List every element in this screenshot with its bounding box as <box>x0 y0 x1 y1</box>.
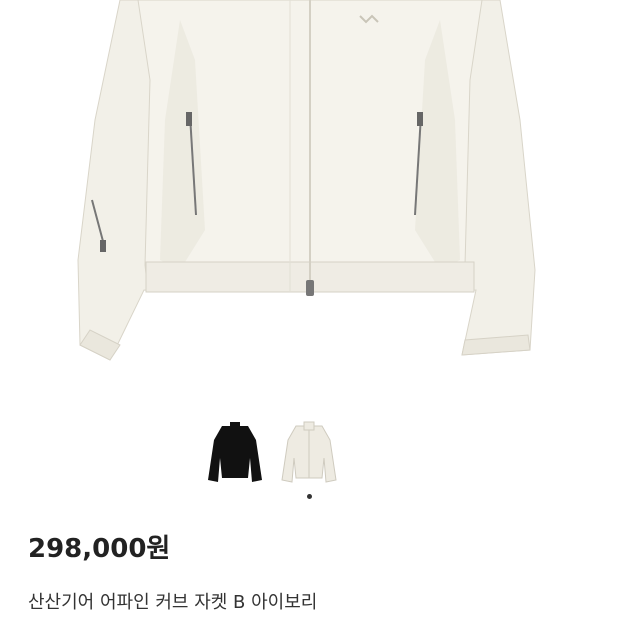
product-title: 산산기어 어파인 커브 자켓 B 아이보리 <box>28 592 318 613</box>
carousel-dot-active[interactable] <box>307 494 312 499</box>
product-price: 298,000원 <box>28 534 171 564</box>
black-jacket-thumbnail <box>208 422 262 482</box>
color-thumbnails <box>0 418 620 498</box>
thumbnail-black[interactable] <box>204 418 266 488</box>
product-main-image[interactable] <box>0 0 620 380</box>
ivory-jacket-illustration <box>77 0 536 361</box>
carousel-indicator <box>305 494 315 504</box>
ivory-jacket-thumbnail <box>281 421 337 483</box>
thumbnail-ivory[interactable] <box>278 418 340 488</box>
